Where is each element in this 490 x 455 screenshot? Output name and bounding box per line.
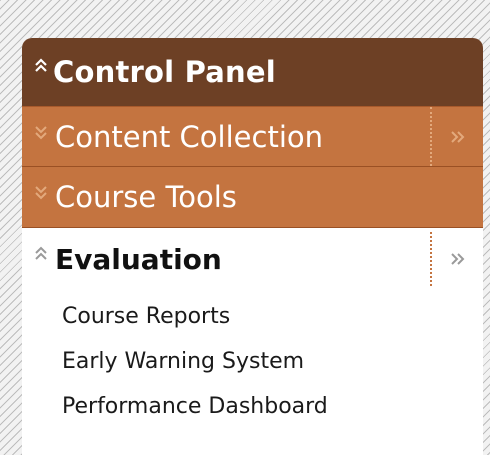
section-label: Content Collection bbox=[55, 119, 323, 154]
list-item-early-warning-system[interactable]: Early Warning System bbox=[62, 339, 483, 384]
double-chevron-up-icon[interactable] bbox=[34, 245, 48, 267]
double-chevron-up-icon[interactable] bbox=[34, 58, 48, 78]
list-item-course-reports[interactable]: Course Reports bbox=[62, 294, 483, 339]
double-chevron-down-icon[interactable] bbox=[34, 183, 48, 205]
section-evaluation[interactable]: Evaluation bbox=[22, 228, 483, 290]
double-chevron-right-icon[interactable] bbox=[430, 232, 483, 286]
section-label: Course Tools bbox=[55, 180, 237, 214]
section-course-tools[interactable]: Course Tools bbox=[22, 167, 483, 228]
list-item-performance-dashboard[interactable]: Performance Dashboard bbox=[62, 384, 483, 429]
section-content-collection[interactable]: Content Collection bbox=[22, 106, 483, 167]
control-panel: Control Panel Content Collection Course … bbox=[22, 38, 483, 455]
double-chevron-down-icon[interactable] bbox=[34, 123, 48, 145]
evaluation-item-list: Course Reports Early Warning System Perf… bbox=[22, 290, 483, 429]
control-panel-title: Control Panel bbox=[53, 55, 276, 89]
section-label: Evaluation bbox=[55, 242, 222, 276]
double-chevron-right-icon[interactable] bbox=[430, 107, 483, 166]
control-panel-header[interactable]: Control Panel bbox=[22, 38, 483, 106]
